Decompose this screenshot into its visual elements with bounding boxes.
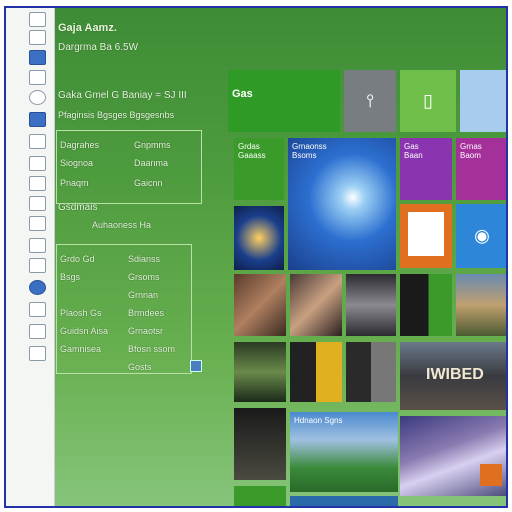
- detail-4-value[interactable]: Brmdees: [128, 308, 164, 318]
- tool-icon-11[interactable]: [29, 216, 46, 231]
- tool-icon-13[interactable]: [29, 258, 46, 273]
- tool-icon-14[interactable]: [29, 280, 46, 295]
- tool-icon-8[interactable]: [29, 156, 46, 171]
- tile-mail-label: Gas Baan: [404, 142, 423, 160]
- detail-1-value[interactable]: Sdianss: [128, 254, 160, 264]
- tool-icon-4[interactable]: [29, 70, 46, 85]
- row-3-value[interactable]: Gaicnn: [134, 178, 163, 188]
- detail-1-label: Grdo Gd: [60, 254, 95, 264]
- document-icon: ▯: [423, 90, 433, 111]
- tile-store-label: Gas: [232, 88, 253, 100]
- tile-extra[interactable]: [460, 70, 506, 132]
- tile-news[interactable]: Grnaonss Bsoms: [288, 138, 396, 270]
- toolbar-strip: [6, 8, 55, 506]
- section-2-title: Gsdmais: [58, 202, 98, 213]
- row-2-value[interactable]: Daanma: [134, 158, 168, 168]
- detail-2-label: Bsgs: [60, 272, 81, 282]
- tile-star[interactable]: [234, 206, 284, 270]
- tile-bottom-2[interactable]: [290, 496, 398, 506]
- detail-4-label: Plaosh Gs: [60, 308, 102, 318]
- detail-7-value[interactable]: Gosts: [128, 362, 152, 372]
- tile-ie[interactable]: [400, 204, 452, 268]
- tile-store[interactable]: Gas: [228, 70, 340, 132]
- tile-person-2[interactable]: [290, 274, 342, 336]
- header-row: Gaka Gmel G Baniay = SJ III: [58, 90, 187, 101]
- detail-6-value[interactable]: Bfosn ssom: [128, 344, 175, 354]
- tile-photos[interactable]: ⫯: [344, 70, 396, 132]
- tile-cal-label: Grnas Baom: [460, 142, 482, 160]
- tile-person-1[interactable]: [234, 274, 286, 336]
- tile-gallery[interactable]: [400, 416, 506, 496]
- tile-docs[interactable]: ▯: [400, 70, 456, 132]
- tool-icon-1[interactable]: [29, 12, 46, 27]
- tool-icon-15[interactable]: [29, 302, 46, 317]
- tile-weather-label: Grdas Gaaass: [238, 142, 266, 160]
- tile-media[interactable]: [290, 342, 342, 402]
- tile-hero[interactable]: Hdnaon Sgns: [290, 412, 398, 492]
- tile-scene[interactable]: [346, 274, 396, 336]
- row-1-label: Dagrahes: [60, 140, 100, 150]
- tile-game-2[interactable]: [234, 408, 286, 480]
- detail-6-label: Gamnisea: [60, 344, 102, 354]
- panel-subtitle: Dargrma Ba 6.5W: [58, 42, 139, 53]
- tile-mail[interactable]: Gas Baan: [400, 138, 452, 200]
- tile-movie[interactable]: IWIBED: [400, 342, 506, 410]
- detail-5-value[interactable]: Grnaotsr: [128, 326, 163, 336]
- tile-video[interactable]: [346, 342, 396, 402]
- tile-news-label: Grnaonss Bsoms: [292, 142, 327, 160]
- page-icon: [408, 212, 444, 256]
- row-3-label: Pnaqm: [60, 178, 89, 188]
- tool-icon-2[interactable]: [29, 30, 46, 45]
- tool-icon-6[interactable]: [29, 112, 46, 127]
- panel-title: Gaja Aamz.: [58, 22, 117, 34]
- settings-panel: Gaja Aamz. Dargrma Ba 6.5W Gaka Gmel G B…: [54, 8, 224, 506]
- tool-icon-17[interactable]: [29, 346, 46, 361]
- tool-icon-16[interactable]: [29, 324, 46, 339]
- tool-icon-12[interactable]: [29, 238, 46, 253]
- tile-movie-label: IWIBED: [426, 366, 484, 383]
- tree-icon: ⫯: [366, 90, 374, 111]
- tile-hero-label: Hdnaon Sgns: [294, 416, 343, 425]
- detail-3-value[interactable]: Grnnan: [128, 290, 158, 300]
- tile-game-1[interactable]: [234, 342, 286, 402]
- tile-weather[interactable]: Grdas Gaaass: [234, 138, 284, 200]
- detail-5-label: Guidsn Aisa: [60, 326, 109, 336]
- screen-frame: Gaja Aamz. Dargrma Ba 6.5W Gaka Gmel G B…: [4, 6, 508, 508]
- detail-2-value[interactable]: Grsoms: [128, 272, 160, 282]
- sub-header: Pfaginsis Bgsges Bgsgesnbs: [58, 110, 175, 120]
- tile-phone[interactable]: [400, 274, 452, 336]
- tool-icon-7[interactable]: [29, 134, 46, 149]
- orange-badge-icon: [480, 464, 502, 486]
- chat-icon: ◉: [474, 225, 490, 246]
- tool-icon-10[interactable]: [29, 196, 46, 211]
- tile-bottom-1[interactable]: [234, 486, 286, 506]
- section-2-line: Auhaoness Ha: [92, 220, 152, 230]
- row-1-value[interactable]: Gnpmms: [134, 140, 171, 150]
- tile-landscape[interactable]: [456, 274, 506, 336]
- tile-cal[interactable]: Grnas Baom: [456, 138, 506, 200]
- tool-icon-3[interactable]: [29, 50, 46, 65]
- corner-checkbox[interactable]: [190, 360, 202, 372]
- tile-skype[interactable]: ◉: [456, 204, 506, 268]
- row-2-label: Siognoa: [60, 158, 94, 168]
- start-tiles-grid: Gas ⫯ ▯ Grdas Gaaass Grnaonss Bsoms Gas …: [228, 70, 506, 506]
- tool-icon-5[interactable]: [29, 90, 46, 105]
- tool-icon-9[interactable]: [29, 176, 46, 191]
